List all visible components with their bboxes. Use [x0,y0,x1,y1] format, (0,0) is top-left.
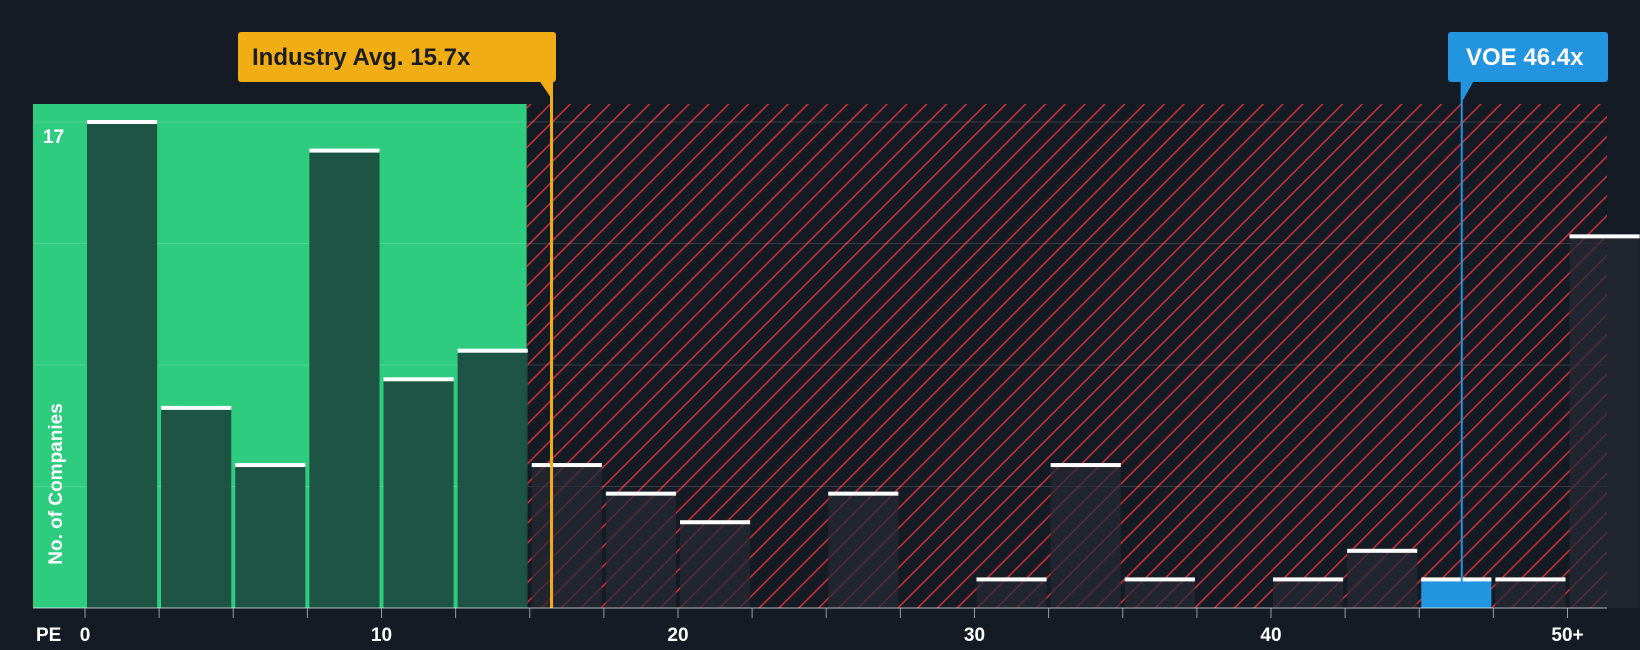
histogram-bar [1124,579,1195,608]
histogram-bar [1421,579,1492,608]
histogram-bar [309,150,380,608]
industry-avg-label: Industry Avg. 15.7x [252,44,471,71]
histogram-bar-cap [1273,577,1344,582]
histogram-bar [457,350,528,608]
x-tick-label: 20 [667,625,688,646]
histogram-bar [87,122,158,608]
histogram-bar-cap [309,148,380,153]
x-tick-label: 30 [964,625,985,646]
histogram-bar-cap [383,377,454,382]
histogram-bar-cap [1569,234,1640,239]
histogram-bar-cap [87,120,158,124]
histogram-bar-cap [1421,577,1492,582]
histogram-bar [1273,579,1344,608]
x-tick-label: 10 [371,625,392,646]
histogram-bar [680,522,751,608]
x-tick-label: 50+ [1551,625,1583,646]
histogram-bar-cap [1347,548,1418,553]
histogram-bar-cap [680,520,751,525]
histogram-bar [1050,465,1121,608]
histogram-bar [235,465,306,608]
histogram-bar-cap [1050,463,1121,468]
histogram-bar-cap [235,463,306,468]
x-axis-label: PE [36,625,61,646]
histogram-bar [383,379,454,608]
company-pe-label: VOE 46.4x [1466,44,1584,71]
histogram-bar [828,493,899,608]
y-tick-label: 17 [43,127,64,148]
histogram-bar-cap [1495,577,1566,582]
histogram-bar-cap [1124,577,1195,582]
x-tick-label: 40 [1260,625,1281,646]
histogram-bar [1347,550,1418,608]
company-pe-pointer [1460,81,1474,104]
histogram-bar [161,407,232,608]
histogram-bar-cap [828,491,899,496]
x-tick-label: 0 [80,625,91,646]
histogram-bar [1569,236,1640,608]
histogram-bar [531,465,602,608]
histogram-bar-cap [161,405,232,410]
histogram-bar-cap [457,348,528,353]
histogram-bar-cap [976,577,1047,582]
histogram-bar-cap [605,491,676,496]
histogram-bar [976,579,1047,608]
pe-distribution-chart: Industry Avg. 15.7x VOE 46.4x 0 10 20 30 40 50… [33,32,1640,646]
histogram-bar [605,493,676,608]
y-axis-label: No. of Companies [46,403,67,565]
histogram-bar-cap [531,463,602,468]
histogram-bar [1495,579,1566,608]
